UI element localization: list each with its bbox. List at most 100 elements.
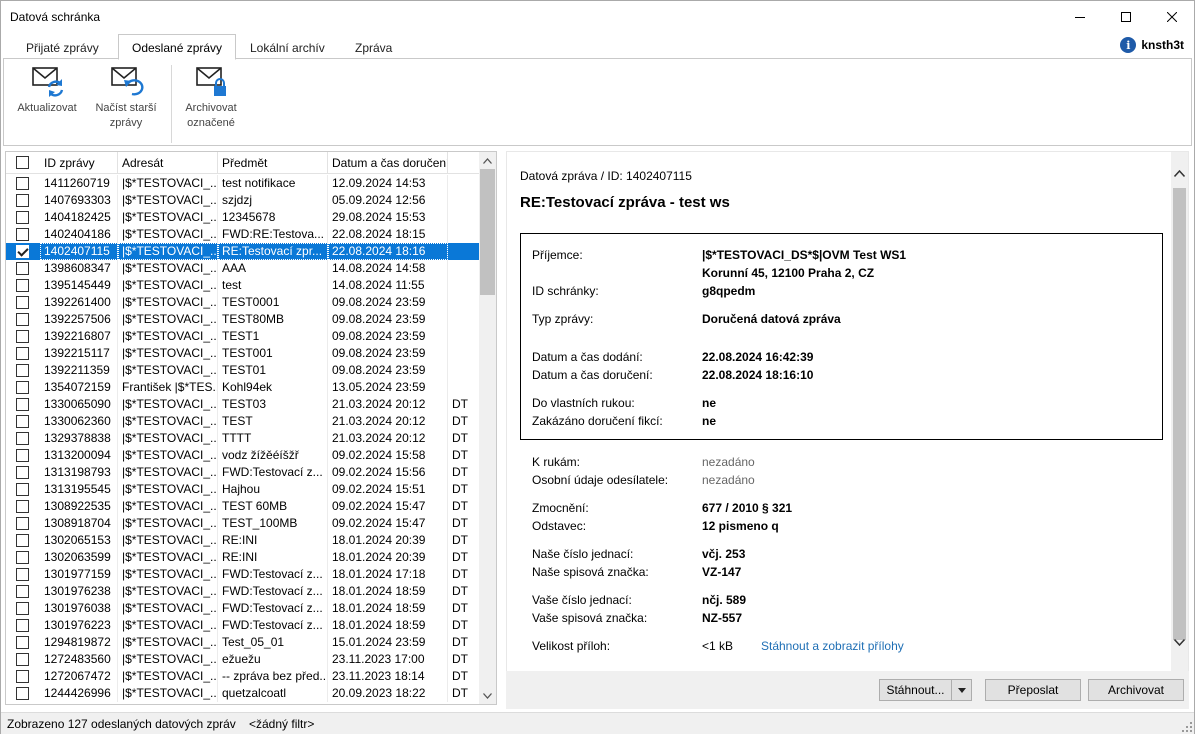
row-checkbox[interactable]	[16, 177, 29, 190]
row-checkbox[interactable]	[16, 415, 29, 428]
maximize-button[interactable]	[1103, 1, 1149, 32]
table-row[interactable]: 1329378838 |$*TESTOVACI_... TTTT 21.03.2024…	[6, 430, 481, 447]
row-checkbox[interactable]	[16, 585, 29, 598]
table-row[interactable]: 1392216807 |$*TESTOVACI_... TEST1 09.08.202…	[6, 328, 481, 345]
filter-status[interactable]: <žádný filtr>	[249, 717, 314, 731]
table-row[interactable]: 1402407115 |$*TESTOVACI_... RE:Testovací z…	[6, 243, 481, 260]
table-row[interactable]: 1407693303 |$*TESTOVACI_... szjdzj 05.09.20…	[6, 192, 481, 209]
table-row[interactable]: 1272067472 |$*TESTOVACI_... -- zpráva bez …	[6, 668, 481, 685]
row-checkbox[interactable]	[16, 432, 29, 445]
row-checkbox[interactable]	[16, 194, 29, 207]
table-row[interactable]: 1404182425 |$*TESTOVACI_... 12345678 29.08.…	[6, 209, 481, 226]
archive-button[interactable]: Archivovat	[1088, 679, 1184, 701]
list-scroll-thumb[interactable]	[480, 169, 495, 295]
load-older-label-2: zprávy	[109, 117, 143, 129]
delivery-date-cell: 09.08.2024 23:59	[328, 345, 448, 362]
table-row[interactable]: 1244426996 |$*TESTOVACI_... quetzalcoatl 20…	[6, 685, 481, 702]
row-checkbox[interactable]	[16, 619, 29, 632]
table-row[interactable]: 1308918704 |$*TESTOVACI_... TEST_100MB 09.0…	[6, 515, 481, 532]
close-button[interactable]	[1149, 1, 1195, 32]
table-row[interactable]: 1302063599 |$*TESTOVACI_... RE:INI 18.01.20…	[6, 549, 481, 566]
refresh-button[interactable]: Aktualizovat	[14, 65, 80, 116]
download-dropdown-button[interactable]	[953, 680, 971, 700]
detail-scrollbar[interactable]	[1171, 152, 1188, 671]
table-row[interactable]: 1313195545 |$*TESTOVACI_... Hajhou 09.02.20…	[6, 481, 481, 498]
row-checkbox[interactable]	[16, 296, 29, 309]
table-row[interactable]: 1402404186 |$*TESTOVACI_... FWD:RE:Testova…	[6, 226, 481, 243]
row-checkbox[interactable]	[16, 466, 29, 479]
download-split-button[interactable]: Stáhnout...	[879, 679, 972, 701]
row-checkbox[interactable]	[16, 534, 29, 547]
row-checkbox[interactable]	[16, 381, 29, 394]
table-row[interactable]: 1411260719 |$*TESTOVACI_... test notifikac…	[6, 175, 481, 192]
row-checkbox[interactable]	[16, 330, 29, 343]
row-checkbox[interactable]	[16, 517, 29, 530]
table-row[interactable]: 1392257506 |$*TESTOVACI_... TEST80MB 09.08.…	[6, 311, 481, 328]
table-row[interactable]: 1313200094 |$*TESTOVACI_... vodz žížěéíšžř…	[6, 447, 481, 464]
select-all-checkbox[interactable]	[16, 156, 29, 169]
col-header-id[interactable]: ID zprávy	[40, 152, 118, 174]
detail-scroll-up-button[interactable]	[1171, 165, 1188, 182]
subject-cell: TEST0001	[218, 294, 328, 311]
detail-scroll-down-button[interactable]	[1171, 634, 1188, 651]
row-checkbox[interactable]	[16, 483, 29, 496]
table-row[interactable]: 1392211359 |$*TESTOVACI_... TEST01 09.08.20…	[6, 362, 481, 379]
scroll-down-button[interactable]	[479, 687, 496, 704]
detail-scroll-thumb[interactable]	[1173, 188, 1186, 640]
row-checkbox[interactable]	[16, 245, 29, 258]
download-attachments-link[interactable]: Stáhnout a zobrazit přílohy	[761, 639, 904, 653]
table-row[interactable]: 1330065090 |$*TESTOVACI_... TEST03 21.03.20…	[6, 396, 481, 413]
col-header-date[interactable]: Datum a čas doručení	[328, 152, 448, 174]
table-row[interactable]: 1302065153 |$*TESTOVACI_... RE:INI 18.01.20…	[6, 532, 481, 549]
tab-received[interactable]: Přijaté zprávy	[13, 36, 112, 59]
col-header-recipient[interactable]: Adresát	[118, 152, 218, 174]
table-row[interactable]: 1301976238 |$*TESTOVACI_... FWD:Testovací …	[6, 583, 481, 600]
row-checkbox[interactable]	[16, 228, 29, 241]
row-checkbox[interactable]	[16, 449, 29, 462]
tab-sent[interactable]: Odeslané zprávy	[118, 34, 237, 60]
table-row[interactable]: 1398608347 |$*TESTOVACI_... AAA 14.08.2024 …	[6, 260, 481, 277]
row-checkbox[interactable]	[16, 398, 29, 411]
col-header-flag[interactable]	[448, 152, 481, 174]
table-row[interactable]: 1294819872 |$*TESTOVACI_... Test_05_01 15.0…	[6, 634, 481, 651]
row-checkbox[interactable]	[16, 347, 29, 360]
row-checkbox[interactable]	[16, 262, 29, 275]
row-checkbox[interactable]	[16, 364, 29, 377]
table-row[interactable]: 1301976038 |$*TESTOVACI_... FWD:Testovací …	[6, 600, 481, 617]
scroll-up-button[interactable]	[479, 152, 496, 169]
row-checkbox[interactable]	[16, 551, 29, 564]
tab-message[interactable]: Zpráva	[342, 36, 405, 59]
row-checkbox[interactable]	[16, 500, 29, 513]
table-row[interactable]: 1354072159 František |$*TES... Kohl94ek 13.…	[6, 379, 481, 396]
table-row[interactable]: 1301977159 |$*TESTOVACI_... FWD:Testovací …	[6, 566, 481, 583]
row-checkbox[interactable]	[16, 687, 29, 700]
user-account[interactable]: i knsth3t	[1120, 37, 1184, 53]
table-row[interactable]: 1395145449 |$*TESTOVACI_... test 14.08.2024…	[6, 277, 481, 294]
row-checkbox[interactable]	[16, 568, 29, 581]
tab-local-archive[interactable]: Lokální archív	[237, 36, 338, 59]
row-checkbox[interactable]	[16, 279, 29, 292]
row-checkbox[interactable]	[16, 602, 29, 615]
download-button[interactable]: Stáhnout...	[880, 680, 952, 700]
load-older-button[interactable]: Načíst starší zprávy	[90, 65, 162, 131]
table-row[interactable]: 1392261400 |$*TESTOVACI_... TEST0001 09.08.…	[6, 294, 481, 311]
row-checkbox[interactable]	[16, 670, 29, 683]
attachment-size-label: Velikost příloh:	[532, 639, 611, 653]
list-scrollbar[interactable]	[479, 152, 496, 704]
row-checkbox[interactable]	[16, 211, 29, 224]
minimize-button[interactable]	[1057, 1, 1103, 32]
row-checkbox[interactable]	[16, 636, 29, 649]
resize-grip-icon[interactable]	[1182, 722, 1192, 732]
table-row[interactable]: 1272483560 |$*TESTOVACI_... ežuežu 23.11.20…	[6, 651, 481, 668]
table-row[interactable]: 1392215117 |$*TESTOVACI_... TEST001 09.08.2…	[6, 345, 481, 362]
row-checkbox[interactable]	[16, 653, 29, 666]
table-row[interactable]: 1330062360 |$*TESTOVACI_... TEST 21.03.2024…	[6, 413, 481, 430]
table-row[interactable]: 1313198793 |$*TESTOVACI_... FWD:Testovací …	[6, 464, 481, 481]
archive-selected-button[interactable]: Archivovat označené	[180, 65, 242, 131]
forward-button[interactable]: Přeposlat	[985, 679, 1081, 701]
table-row[interactable]: 1308922535 |$*TESTOVACI_... TEST 60MB 09.02…	[6, 498, 481, 515]
table-row[interactable]: 1301976223 |$*TESTOVACI_... FWD:Testovací …	[6, 617, 481, 634]
row-checkbox[interactable]	[16, 313, 29, 326]
col-header-subject[interactable]: Předmět	[218, 152, 328, 174]
delivery-date-cell: 18.01.2024 17:18	[328, 566, 448, 583]
